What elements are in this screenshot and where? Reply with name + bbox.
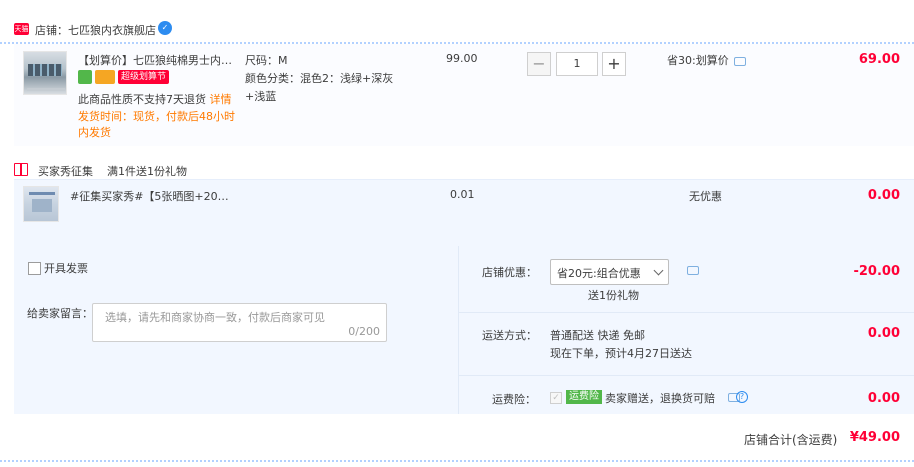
gift-price: 0.01 [450,188,475,201]
quantity-decrease-button[interactable]: − [527,52,551,76]
quantity-input[interactable]: 1 [556,52,598,76]
gift-total: 0.00 [867,188,900,203]
shop-coupon-value: 省20元:组合优惠 [557,267,641,280]
help-icon[interactable]: ? [736,391,748,403]
promo-icons: 超级划算节 [78,70,172,84]
insurance-desc: 卖家赠送，退换货可赔 [605,392,715,405]
gift-discount: 无优惠 [689,190,722,203]
shipping-eta: 现在下单，预计4月27日送达 [550,347,692,360]
chat-icon[interactable] [687,266,699,275]
insurance-fee: 0.00 [867,391,900,406]
shop-coupon-select[interactable]: 省20元:组合优惠 [550,259,669,285]
insurance-tag: 运费险 [566,390,602,404]
shop-total-bar: 店铺合计(含运费) ¥49.00 [0,414,914,462]
gift-thumbnail[interactable] [23,186,59,222]
chat-icon[interactable] [733,56,746,66]
shop-label: 店铺： [35,24,68,37]
tmall-badge: 天猫 [14,23,29,35]
message-label: 给卖家留言： [27,307,93,320]
ship-time: 发货时间：现货，付款后48小时内发货 [78,110,235,139]
card-icon [95,70,115,84]
gift-item: #征集买家秀#【5张晒图+20… 0.01 无优惠 0.00 [14,179,914,246]
divider [459,375,914,376]
invoice-label[interactable]: 开具发票 [44,262,88,275]
return-note-text: 此商品性质不支持7天退货 [78,93,206,106]
total-value: ¥49.00 [849,430,900,445]
shipping-method: 普通配送 快递 免邮 [550,329,645,342]
sku-size: 尺码：M [245,54,288,67]
gift-label: 买家秀征集 [38,165,93,178]
service-icon [78,70,92,84]
return-note: 此商品性质不支持7天退货 详情 [78,91,232,107]
item-total: 69.00 [858,52,900,67]
invoice-option[interactable]: 开具发票 [28,260,88,276]
gift-icon [14,163,28,176]
detail-link[interactable]: 详情 [210,93,232,106]
order-item: 【划算价】七匹狼纯棉男士内裤… 超级划算节 此商品性质不支持7天退货 详情 发货… [14,44,914,146]
divider [458,246,459,414]
quantity-increase-button[interactable]: + [602,52,626,76]
insurance-label: 运费险： [492,393,536,406]
product-title[interactable]: 【划算价】七匹狼纯棉男士内裤… [78,52,241,68]
product-thumbnail[interactable] [23,51,67,95]
item-discount: 省30:划算价 [667,52,746,68]
item-discount-text: 省30:划算价 [667,54,729,67]
message-textarea[interactable]: 选填，请先和商家协商一致，付款后商家可见 0/200 [92,303,387,342]
promo-tag: 超级划算节 [118,70,170,84]
gift-note: 送1份礼物 [588,289,639,302]
divider [459,312,914,313]
invoice-checkbox[interactable] [28,261,41,275]
sku-info: 尺码：M 颜色分类：混色2：浅绿+深灰+浅蓝 [245,52,405,106]
wangwang-icon[interactable]: ✓ [158,21,172,35]
gift-title[interactable]: #征集买家秀#【5张晒图+20… [70,188,230,204]
total-label: 店铺合计(含运费) [744,433,838,447]
insurance-checkbox: ✓ [550,392,562,404]
message-count: 0/200 [348,325,380,338]
shop-header: 天猫 店铺：七匹狼内衣旗舰店 ✓ [0,18,914,44]
shipping-label: 运送方式： [482,329,537,342]
gift-desc: 满1件送1份礼物 [107,165,187,178]
shipping-fee: 0.00 [867,326,900,341]
chevron-down-icon [653,265,664,276]
message-placeholder: 选填，请先和商家协商一致，付款后商家可见 [105,311,325,324]
shop-name[interactable]: 店铺：七匹狼内衣旗舰店 [35,22,156,38]
shop-coupon-amount: -20.00 [853,264,900,279]
sku-color: 颜色分类：混色2：浅绿+深灰+浅蓝 [245,72,394,103]
unit-price: 99.00 [446,52,478,65]
shop-coupon-label: 店铺优惠： [482,266,537,279]
shop-name-text[interactable]: 七匹狼内衣旗舰店 [68,24,156,37]
